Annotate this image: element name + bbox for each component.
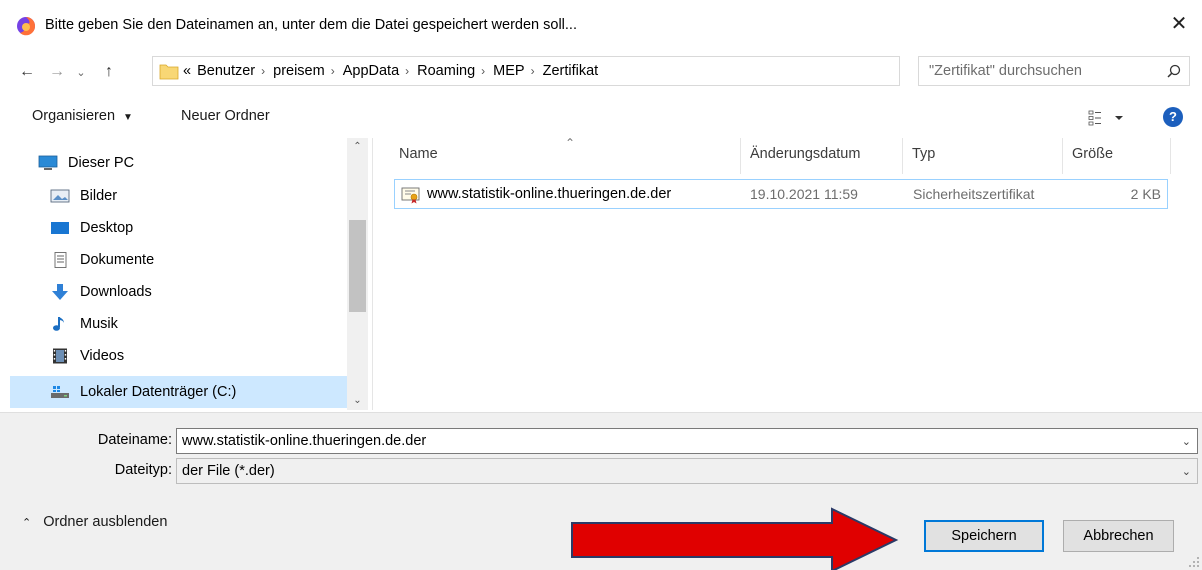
sort-ascending-icon: ⌃: [565, 136, 576, 150]
breadcrumb-item-preisem[interactable]: preisem: [273, 63, 325, 79]
sidebar-item-bilder[interactable]: Bilder: [10, 180, 347, 212]
breadcrumb-item-zertifikat[interactable]: Zertifikat: [543, 63, 599, 79]
search-input[interactable]: "Zertifikat" durchsuchen: [918, 56, 1190, 86]
column-header-size[interactable]: Größe: [1072, 146, 1113, 162]
downloads-icon: [52, 284, 68, 300]
file-modified: 19.10.2021 11:59: [750, 186, 858, 202]
sidebar-item-downloads[interactable]: Downloads: [10, 276, 347, 308]
column-divider[interactable]: [740, 138, 741, 174]
filename-value: www.statistik-online.thueringen.de.der: [182, 433, 427, 449]
documents-icon: [54, 252, 67, 268]
organize-button[interactable]: Organisieren ▼: [32, 108, 133, 124]
drive-icon: [51, 386, 69, 398]
navigation-pane-scrollbar[interactable]: ⌃ ⌄: [347, 138, 368, 410]
table-row[interactable]: www.statistik-online.thueringen.de.der 1…: [394, 179, 1168, 209]
column-header-type[interactable]: Typ: [912, 146, 935, 162]
hide-folders-toggle[interactable]: ⌃ Ordner ausblenden: [22, 514, 167, 530]
file-list: ⌃ Name Änderungsdatum Typ Größe www.stat…: [380, 136, 1202, 410]
sidebar-item-label: Desktop: [80, 220, 134, 236]
scroll-down-icon[interactable]: ⌄: [347, 392, 368, 410]
column-divider[interactable]: [1062, 138, 1063, 174]
folder-icon: [159, 64, 179, 80]
breadcrumb-item-roaming[interactable]: Roaming: [417, 63, 475, 79]
sidebar-item-label: Lokaler Datenträger (C:): [80, 384, 237, 400]
firefox-icon: [17, 17, 36, 36]
forward-arrow-icon[interactable]: →: [46, 60, 68, 84]
scroll-up-icon[interactable]: ⌃: [347, 138, 368, 156]
caret-down-icon: ▼: [123, 112, 133, 123]
scrollbar-thumb[interactable]: [349, 220, 366, 312]
breadcrumb-separator-icon[interactable]: ›: [405, 64, 409, 78]
music-icon: [53, 317, 64, 331]
back-arrow-icon[interactable]: ←: [14, 60, 40, 84]
sidebar-item-musik[interactable]: Musik: [10, 308, 347, 340]
breadcrumb-item-appdata[interactable]: AppData: [343, 63, 399, 79]
computer-icon: [38, 155, 58, 170]
file-size: 2 KB: [1130, 186, 1161, 202]
resize-grip-icon[interactable]: [1188, 556, 1200, 568]
navigation-pane: Dieser PC Bilder Desktop Dokumente Downl…: [10, 138, 372, 410]
sidebar-item-dieser-pc[interactable]: Dieser PC: [10, 147, 347, 179]
save-button[interactable]: Speichern: [924, 520, 1044, 552]
breadcrumb-separator-icon[interactable]: ›: [481, 64, 485, 78]
pane-splitter[interactable]: [372, 138, 373, 410]
sidebar-item-label: Bilder: [80, 188, 118, 204]
search-placeholder: "Zertifikat" durchsuchen: [929, 63, 1082, 79]
filename-label: Dateiname:: [97, 432, 172, 448]
breadcrumb-item-benutzer[interactable]: Benutzer: [197, 63, 255, 79]
organize-label: Organisieren: [32, 108, 116, 124]
address-row: ← → ⌄ ↑ « Benutzer › preisem › AppData ›…: [0, 56, 1202, 86]
title-bar: Bitte geben Sie den Dateinamen an, unter…: [0, 0, 1202, 46]
close-button[interactable]: ✕: [1156, 0, 1202, 46]
breadcrumb-separator-icon[interactable]: ›: [331, 64, 335, 78]
column-header-row: ⌃ Name Änderungsdatum Typ Größe: [380, 136, 1202, 174]
red-arrow-annotation: [571, 507, 899, 570]
column-divider[interactable]: [902, 138, 903, 174]
filetype-value: der File (*.der): [182, 463, 275, 479]
breadcrumb: « Benutzer › preisem › AppData › Roaming…: [183, 63, 604, 79]
sidebar-item-label: Musik: [80, 316, 118, 332]
column-divider[interactable]: [1170, 138, 1171, 174]
column-header-name[interactable]: Name: [399, 146, 438, 162]
chevron-down-icon[interactable]: ⌄: [1182, 465, 1191, 478]
filetype-select[interactable]: der File (*.der) ⌄: [176, 458, 1198, 484]
cancel-button[interactable]: Abbrechen: [1063, 520, 1174, 552]
new-folder-button[interactable]: Neuer Ordner: [181, 108, 270, 124]
chevron-up-icon: ⌃: [22, 517, 32, 529]
view-options-icon[interactable]: [1088, 108, 1128, 128]
videos-icon: [53, 348, 67, 364]
hide-folders-label: Ordner ausblenden: [43, 514, 168, 530]
file-name: www.statistik-online.thueringen.de.der: [427, 186, 672, 202]
search-icon[interactable]: [1167, 64, 1181, 78]
breadcrumb-item-mep[interactable]: MEP: [493, 63, 524, 79]
breadcrumb-separator-icon[interactable]: ›: [531, 64, 535, 78]
toolbar: Organisieren ▼ Neuer Ordner ?: [0, 99, 1202, 135]
filename-field[interactable]: www.statistik-online.thueringen.de.der ⌄: [176, 428, 1198, 454]
breadcrumb-separator-icon[interactable]: ›: [261, 64, 265, 78]
file-type: Sicherheitszertifikat: [913, 186, 1035, 202]
sidebar-item-label: Dokumente: [80, 252, 155, 268]
help-icon[interactable]: ?: [1163, 107, 1183, 127]
sidebar-item-label: Downloads: [80, 284, 152, 300]
pictures-icon: [50, 189, 70, 203]
desktop-icon: [51, 222, 69, 234]
column-header-modified[interactable]: Änderungsdatum: [750, 146, 860, 162]
save-form-area: Dateiname: www.statistik-online.thuering…: [0, 412, 1202, 570]
sidebar-item-label: Videos: [80, 348, 125, 364]
save-dialog: Bitte geben Sie den Dateinamen an, unter…: [0, 0, 1202, 570]
sidebar-item-lokaler-datentraeger[interactable]: Lokaler Datenträger (C:): [10, 376, 347, 408]
sidebar-item-dokumente[interactable]: Dokumente: [10, 244, 347, 276]
up-arrow-icon[interactable]: ↑: [96, 60, 122, 84]
certificate-icon: [401, 187, 420, 204]
chevron-down-icon[interactable]: ⌄: [1182, 435, 1191, 448]
sidebar-item-videos[interactable]: Videos: [10, 340, 347, 372]
recent-locations-chevron-icon[interactable]: ⌄: [72, 60, 90, 84]
sidebar-item-desktop[interactable]: Desktop: [10, 212, 347, 244]
address-bar[interactable]: « Benutzer › preisem › AppData › Roaming…: [152, 56, 1045, 86]
sidebar-item-label: Dieser PC: [68, 155, 135, 171]
breadcrumb-overflow[interactable]: «: [183, 63, 191, 79]
window-title: Bitte geben Sie den Dateinamen an, unter…: [45, 17, 577, 33]
filetype-label: Dateityp:: [114, 462, 172, 478]
